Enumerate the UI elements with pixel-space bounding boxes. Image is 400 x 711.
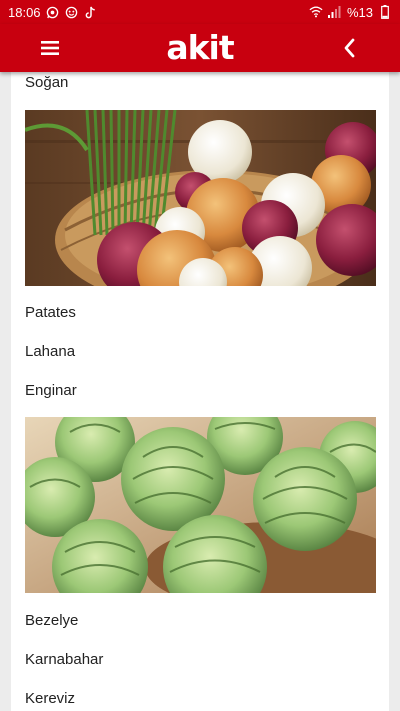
chevron-left-icon[interactable] [338,36,362,60]
whatsapp-icon [46,5,60,19]
article-content[interactable]: Soğan Patates Lahana Enginar Bezelye Kar… [11,72,389,711]
list-item-lahana: Lahana [25,343,76,360]
battery-percentage: %13 [346,4,373,20]
status-right: %13 [309,5,392,20]
tiktok-icon [84,5,98,19]
wifi-icon [309,5,323,19]
list-item-sogan: Soğan [25,74,69,91]
status-bar: 18:06 %13 [0,0,400,24]
artichoke-photo [25,417,376,593]
status-time: 18:06 [8,4,41,20]
messenger-icon [65,5,79,19]
app-header: akit [0,24,400,72]
list-item-karnabahar: Karnabahar [25,651,104,668]
list-item-enginar: Enginar [25,382,77,399]
battery-icon [378,5,392,19]
list-item-patates: Patates [25,304,76,321]
signal-icon [328,5,342,19]
list-item-bezelye: Bezelye [25,612,79,629]
list-item-kereviz: Kereviz [25,690,76,707]
onion-photo [25,110,376,286]
status-left: 18:06 [8,5,98,20]
